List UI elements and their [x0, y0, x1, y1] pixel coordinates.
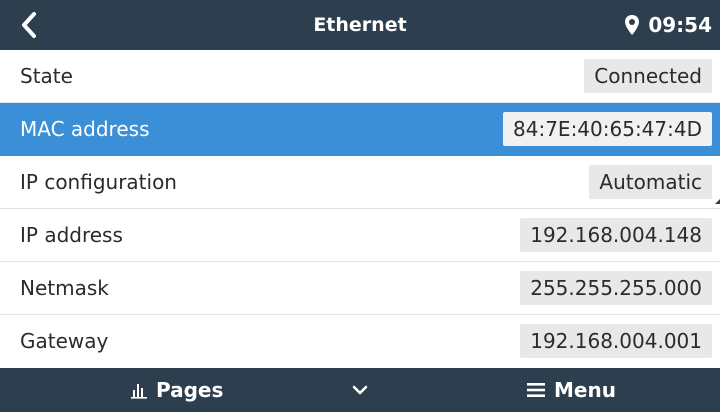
row-ip-address[interactable]: IP address 192.168.004.148 [0, 209, 720, 262]
scroll-down-button[interactable] [347, 368, 373, 412]
row-value: 255.255.255.000 [520, 271, 712, 305]
time-text: 09:54 [648, 13, 712, 37]
menu-label: Menu [554, 378, 616, 402]
row-label: IP address [20, 223, 123, 247]
row-value: 192.168.004.001 [520, 324, 712, 358]
hamburger-icon [527, 383, 545, 397]
editable-corner-icon [715, 199, 720, 204]
row-value: 192.168.004.148 [520, 218, 712, 252]
top-bar: Ethernet 09:54 [0, 0, 720, 50]
row-label: IP configuration [20, 170, 177, 194]
bar-chart-icon [131, 384, 147, 399]
menu-button[interactable]: Menu [526, 368, 616, 412]
row-netmask[interactable]: Netmask 255.255.255.000 [0, 262, 720, 315]
row-label: Netmask [20, 276, 109, 300]
row-label: MAC address [20, 117, 150, 141]
chevron-down-icon [352, 385, 368, 395]
row-label: Gateway [20, 329, 109, 353]
row-mac-address[interactable]: MAC address 84:7E:40:65:47:4D [0, 103, 720, 156]
row-value: 84:7E:40:65:47:4D [503, 112, 712, 146]
row-gateway[interactable]: Gateway 192.168.004.001 [0, 315, 720, 368]
clock: 09:54 [624, 0, 712, 50]
row-ip-configuration[interactable]: IP configuration Automatic [0, 156, 720, 209]
pages-label: Pages [156, 378, 224, 402]
row-value: Automatic [589, 165, 712, 199]
row-label: State [20, 64, 73, 88]
bottom-bar: Pages Menu [0, 368, 720, 412]
page-title: Ethernet [313, 14, 407, 36]
row-value: Connected [584, 59, 712, 93]
settings-list: State Connected MAC address 84:7E:40:65:… [0, 50, 720, 368]
row-state[interactable]: State Connected [0, 50, 720, 103]
map-pin-icon [625, 15, 640, 35]
pages-button[interactable]: Pages [130, 368, 223, 412]
